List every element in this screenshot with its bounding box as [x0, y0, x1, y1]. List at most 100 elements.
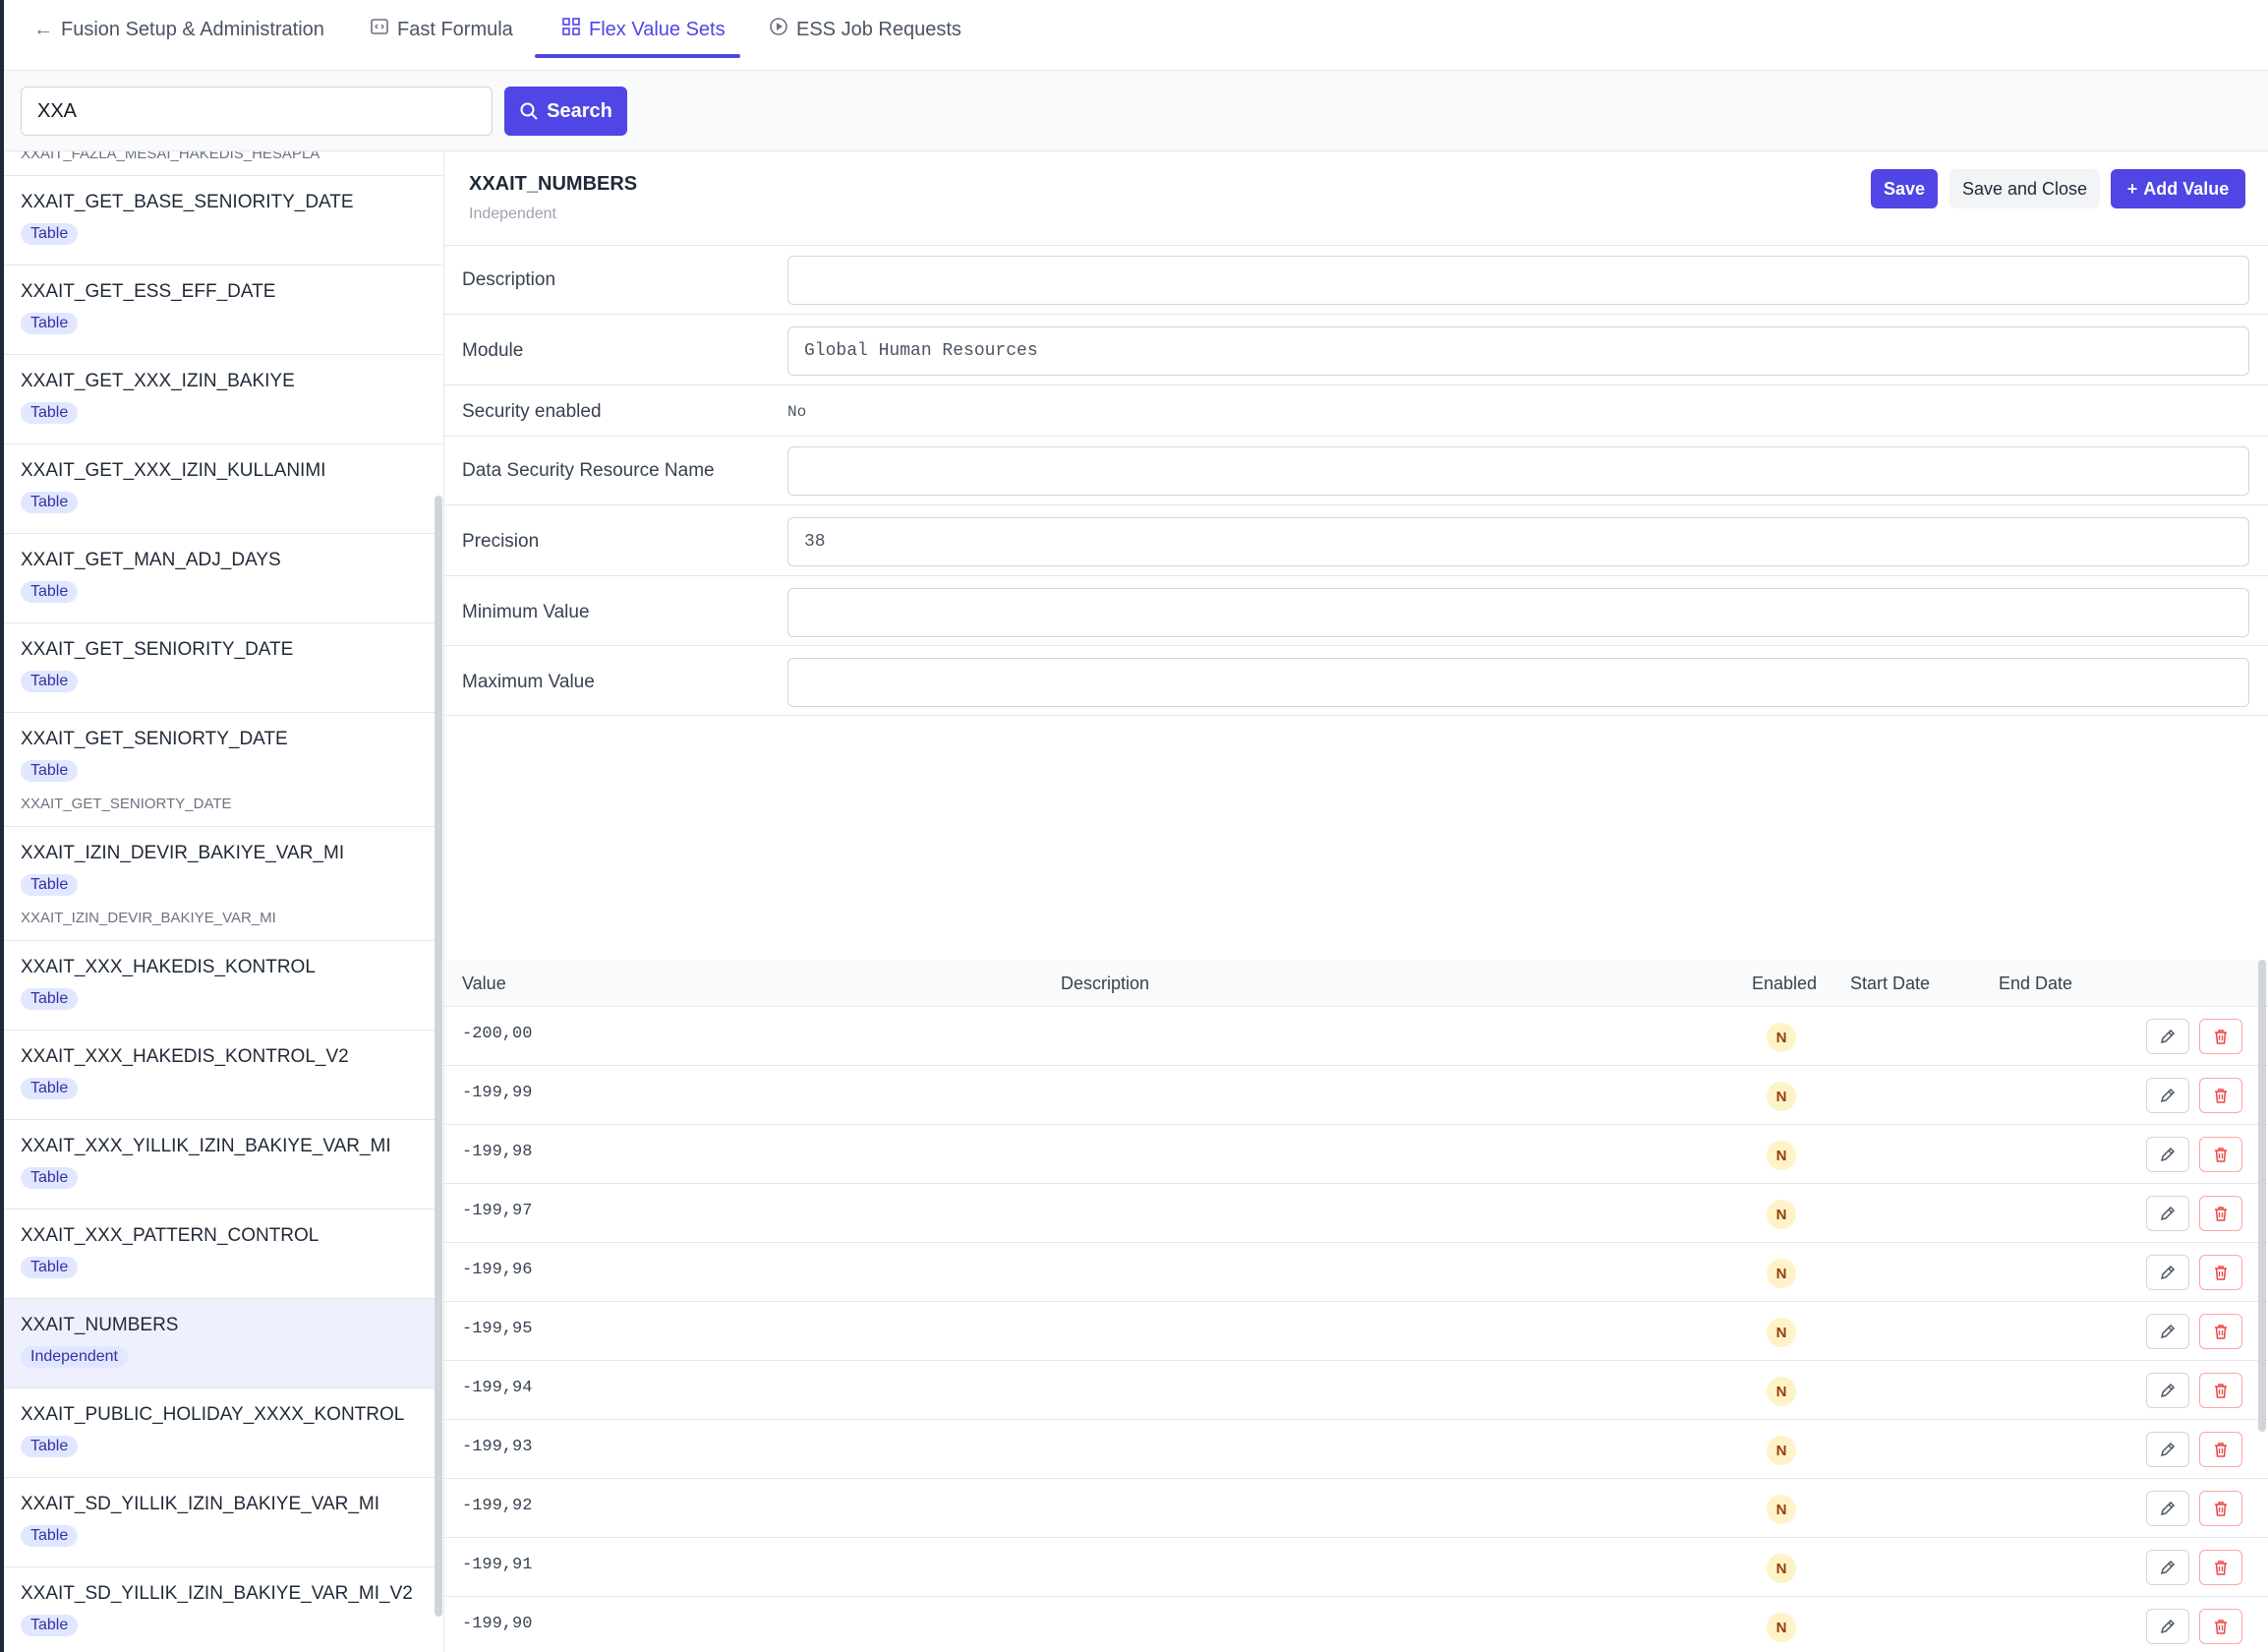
table-row[interactable]: -199,93 N — [444, 1420, 2268, 1479]
minimum-label: Minimum Value — [462, 602, 590, 622]
edit-button[interactable] — [2146, 1078, 2189, 1113]
list-item[interactable]: XXAIT_SD_YILLIK_IZIN_BAKIYE_VAR_MI_V2 Ta… — [0, 1567, 442, 1652]
type-badge: Independent — [21, 1346, 128, 1368]
tab-fast-formula[interactable]: Fast Formula — [370, 0, 513, 59]
form-row-description: Description — [444, 246, 2268, 315]
data-security-field[interactable] — [787, 446, 2249, 496]
list-item[interactable]: XXAIT_XXX_HAKEDIS_KONTROL Table — [0, 941, 442, 1031]
list-item[interactable]: XXAIT_XXX_YILLIK_IZIN_BAKIYE_VAR_MI Tabl… — [0, 1120, 442, 1210]
table-row[interactable]: -199,99 N — [444, 1066, 2268, 1125]
delete-button[interactable] — [2199, 1137, 2242, 1172]
list-item[interactable]: XXAIT_PUBLIC_HOLIDAY_XXXX_KONTROL Table — [0, 1388, 442, 1478]
edit-button[interactable] — [2146, 1137, 2189, 1172]
trash-icon — [2215, 1620, 2227, 1634]
enabled-badge: N — [1767, 1436, 1796, 1465]
delete-button[interactable] — [2199, 1432, 2242, 1467]
delete-button[interactable] — [2199, 1373, 2242, 1408]
table-scrollbar[interactable] — [2258, 960, 2266, 1432]
list-item[interactable]: XXAIT_GET_XXX_IZIN_BAKIYE Table — [0, 355, 442, 444]
list-item[interactable]: XXAIT_GET_ESS_EFF_DATE Table — [0, 266, 442, 355]
table-row[interactable]: -199,92 N — [444, 1479, 2268, 1538]
search-button[interactable]: Search — [504, 87, 627, 136]
add-value-label: Add Value — [2143, 178, 2230, 199]
column-header-value[interactable]: Value — [462, 974, 506, 994]
list-item[interactable]: XXAIT_GET_SENIORITY_DATE Table — [0, 623, 442, 713]
list-item-name: XXAIT_SD_YILLIK_IZIN_BAKIYE_VAR_MI_V2 — [21, 1583, 413, 1604]
edit-button[interactable] — [2146, 1255, 2189, 1290]
type-badge: Table — [21, 671, 79, 692]
list-item[interactable]: XXAIT_XXX_HAKEDIS_KONTROL_V2 Table — [0, 1031, 442, 1120]
list-item[interactable]: XXAIT_GET_SENIORTY_DATE Table XXAIT_GET_… — [0, 713, 442, 827]
module-field[interactable]: Global Human Resources — [787, 326, 2249, 376]
delete-button[interactable] — [2199, 1255, 2242, 1290]
pencil-icon — [2160, 1383, 2176, 1398]
list-item-selected[interactable]: XXAIT_NUMBERS Independent — [0, 1299, 442, 1388]
list-item-name: XXAIT_XXX_YILLIK_IZIN_BAKIYE_VAR_MI — [21, 1136, 391, 1156]
list-item[interactable]: XXAIT_IZIN_DEVIR_BAKIYE_VAR_MI Table XXA… — [0, 827, 442, 941]
security-label: Security enabled — [462, 401, 602, 422]
maximum-field[interactable] — [787, 658, 2249, 707]
table-row[interactable]: -199,91 N — [444, 1538, 2268, 1597]
type-badge: Table — [21, 581, 79, 603]
delete-button[interactable] — [2199, 1078, 2242, 1113]
list-item-name: XXAIT_GET_BASE_SENIORITY_DATE — [21, 192, 354, 212]
save-button[interactable]: Save — [1871, 169, 1938, 208]
precision-field[interactable]: 38 — [787, 517, 2249, 566]
list-item-name: XXAIT_GET_XXX_IZIN_KULLANIMI — [21, 460, 326, 481]
edit-button[interactable] — [2146, 1314, 2189, 1349]
edit-button[interactable] — [2146, 1550, 2189, 1585]
delete-button[interactable] — [2199, 1609, 2242, 1644]
description-label: Description — [462, 269, 556, 290]
table-row[interactable]: -199,90 N — [444, 1597, 2268, 1652]
tab-ess-job-requests[interactable]: ESS Job Requests — [769, 0, 961, 59]
list-item-name: XXAIT_GET_SENIORTY_DATE — [21, 729, 288, 749]
edit-button[interactable] — [2146, 1432, 2189, 1467]
table-row[interactable]: -199,98 N — [444, 1125, 2268, 1184]
type-badge: Table — [21, 1615, 79, 1636]
list-item[interactable]: XXAIT_GET_XXX_IZIN_KULLANIMI Table — [0, 444, 442, 534]
value-cell: -199,92 — [462, 1497, 533, 1515]
list-item[interactable]: XXAIT_GET_MAN_ADJ_DAYS Table — [0, 534, 442, 623]
table-row[interactable]: -199,95 N — [444, 1302, 2268, 1361]
column-header-description[interactable]: Description — [1061, 974, 1149, 994]
type-badge: Table — [21, 1525, 79, 1547]
list-item-name: XXAIT_GET_XXX_IZIN_BAKIYE — [21, 371, 295, 391]
column-header-enabled[interactable]: Enabled — [1752, 974, 1817, 994]
value-cell: -199,93 — [462, 1438, 533, 1456]
column-header-end-date[interactable]: End Date — [1999, 974, 2072, 994]
type-badge: Table — [21, 1257, 79, 1278]
edit-button[interactable] — [2146, 1609, 2189, 1644]
delete-button[interactable] — [2199, 1550, 2242, 1585]
edit-button[interactable] — [2146, 1491, 2189, 1526]
list-item[interactable]: XXAIT_GET_BASE_SENIORITY_DATE Table — [0, 176, 442, 266]
enabled-badge: N — [1767, 1259, 1796, 1288]
delete-button[interactable] — [2199, 1491, 2242, 1526]
tab-fusion-setup[interactable]: ← Fusion Setup & Administration — [33, 0, 324, 59]
table-row[interactable]: -199,96 N — [444, 1243, 2268, 1302]
table-row[interactable]: -199,94 N — [444, 1361, 2268, 1420]
trash-icon — [2215, 1561, 2227, 1575]
type-badge: Table — [21, 492, 79, 513]
column-header-start-date[interactable]: Start Date — [1850, 974, 1930, 994]
delete-button[interactable] — [2199, 1019, 2242, 1054]
edit-button[interactable] — [2146, 1196, 2189, 1231]
list-scrollbar[interactable] — [435, 496, 442, 1617]
delete-button[interactable] — [2199, 1196, 2242, 1231]
description-field[interactable] — [787, 256, 2249, 305]
type-badge: Table — [21, 402, 79, 424]
add-value-button[interactable]: + Add Value — [2111, 169, 2245, 208]
save-and-close-button[interactable]: Save and Close — [1949, 169, 2100, 208]
form-row-security: Security enabled No — [444, 385, 2268, 437]
list-item[interactable]: XXAIT_SD_YILLIK_IZIN_BAKIYE_VAR_MI Table — [0, 1478, 442, 1567]
tab-flex-value-sets[interactable]: Flex Value Sets — [561, 0, 726, 59]
delete-button[interactable] — [2199, 1314, 2242, 1349]
value-cell: -199,96 — [462, 1261, 533, 1279]
edit-button[interactable] — [2146, 1019, 2189, 1054]
list-item[interactable]: XXAIT_XXX_PATTERN_CONTROL Table — [0, 1210, 442, 1299]
search-input[interactable] — [21, 87, 493, 136]
pencil-icon — [2160, 1442, 2176, 1457]
table-row[interactable]: -199,97 N — [444, 1184, 2268, 1243]
table-row[interactable]: -200,00 N — [444, 1007, 2268, 1066]
edit-button[interactable] — [2146, 1373, 2189, 1408]
minimum-field[interactable] — [787, 588, 2249, 637]
